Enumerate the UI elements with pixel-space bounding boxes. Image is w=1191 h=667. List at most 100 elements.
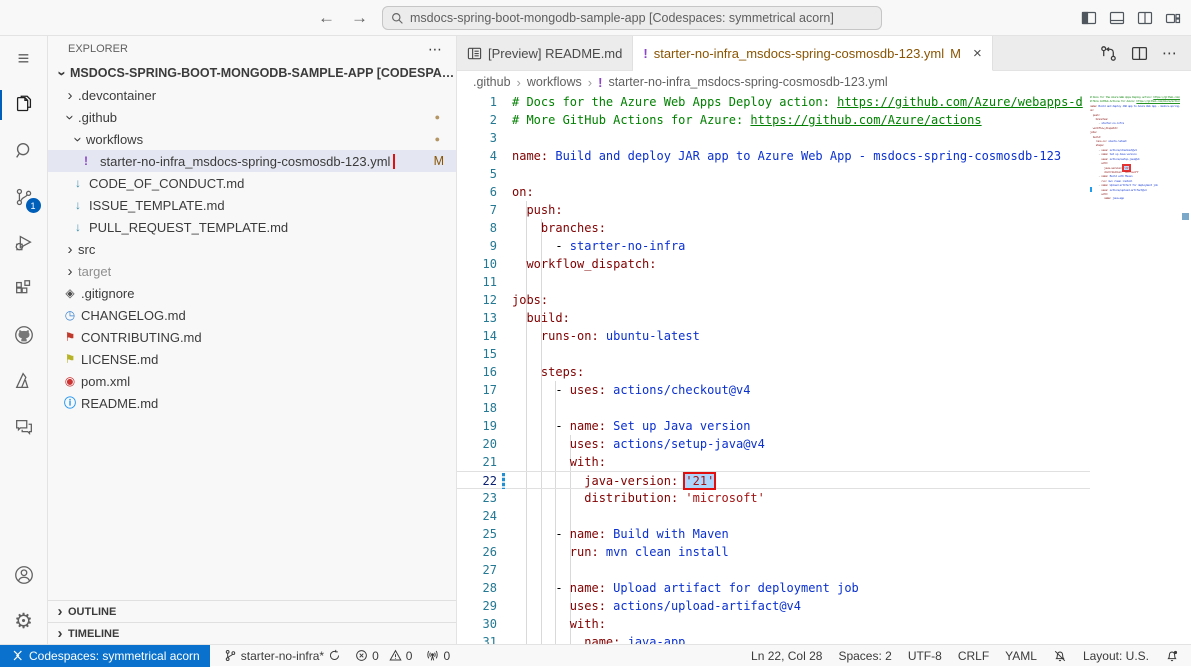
code-editor[interactable]: 1# Docs for the Azure Web Apps Deploy ac… (457, 93, 1191, 644)
branch-indicator[interactable]: starter-no-infra* (224, 649, 341, 663)
source-control-badge: 1 (26, 198, 41, 213)
run-debug-icon[interactable] (0, 220, 48, 266)
code-line-10[interactable]: 10 workflow_dispatch: (457, 255, 1090, 273)
tree-item-readme-md[interactable]: ⓘREADME.md (48, 392, 456, 414)
tree-item--github[interactable]: ›.github● (48, 106, 456, 128)
code-line-23[interactable]: 23 distribution: 'microsoft' (457, 489, 1090, 507)
remote-indicator[interactable]: Codespaces: symmetrical acorn (0, 645, 210, 667)
code-line-16[interactable]: 16 steps: (457, 363, 1090, 381)
code-line-24[interactable]: 24 (457, 507, 1090, 525)
cursor-position[interactable]: Ln 22, Col 28 (751, 649, 822, 663)
code-line-25[interactable]: 25 - name: Build with Maven (457, 525, 1090, 543)
code-line-7[interactable]: 7 push: (457, 201, 1090, 219)
tree-item-changelog-md[interactable]: ◷CHANGELOG.md (48, 304, 456, 326)
outline-section[interactable]: › OUTLINE (48, 600, 456, 622)
toggle-secondary-sidebar-icon[interactable] (1137, 10, 1153, 26)
code-line-11[interactable]: 11 (457, 273, 1090, 291)
code-line-9[interactable]: 9 - starter-no-infra (457, 237, 1090, 255)
layout-indicator[interactable]: Layout: U.S. (1083, 649, 1149, 663)
code-line-22[interactable]: 22 java-version: '21' (457, 471, 1090, 489)
tree-item-starter-no-infra-msdocs-spring-cosmosdb-[interactable]: !starter-no-infra_msdocs-spring-cosmosdb… (48, 150, 456, 172)
code-line-13[interactable]: 13 build: (457, 309, 1090, 327)
code-line-17[interactable]: 17 - uses: actions/checkout@v4 (457, 381, 1090, 399)
account-icon[interactable] (0, 552, 48, 598)
source-control-icon[interactable]: 1 (0, 174, 48, 220)
tab-close-icon[interactable]: × (973, 45, 982, 62)
search-view-icon[interactable] (0, 128, 48, 174)
code-line-3[interactable]: 3 (457, 129, 1090, 147)
code-line-2[interactable]: 2# More GitHub Actions for Azure: https:… (457, 111, 1090, 129)
settings-gear-icon[interactable]: ⚙ (0, 598, 48, 644)
tree-item-license-md[interactable]: ⚑LICENSE.md (48, 348, 456, 370)
notifications-bell-icon[interactable] (1165, 649, 1179, 663)
code-line-31[interactable]: 31 name: java-app (457, 633, 1090, 644)
ports-indicator[interactable]: 0 (426, 649, 450, 663)
command-center-search[interactable]: msdocs-spring-boot-mongodb-sample-app [C… (382, 6, 882, 30)
ports-radio-tower-icon (426, 649, 439, 662)
github-icon[interactable] (0, 312, 48, 358)
eol-sequence[interactable]: CRLF (958, 649, 989, 663)
breadcrumb-separator-icon: › (588, 75, 592, 90)
split-editor-icon[interactable] (1131, 45, 1148, 62)
explorer-icon[interactable] (0, 82, 48, 128)
minimap[interactable]: # Docs for the Azure Web Apps Deploy act… (1090, 95, 1180, 644)
code-line-1[interactable]: 1# Docs for the Azure Web Apps Deploy ac… (457, 93, 1090, 111)
tab-active[interactable]: !starter-no-infra_msdocs-spring-cosmosdb… (633, 36, 992, 71)
nav-back-icon[interactable]: ← (318, 8, 335, 28)
tree-item--gitignore[interactable]: ◈.gitignore (48, 282, 456, 304)
tree-item--devcontainer[interactable]: ›.devcontainer (48, 84, 456, 106)
code-line-19[interactable]: 19 - name: Set up Java version (457, 417, 1090, 435)
code-line-14[interactable]: 14 runs-on: ubuntu-latest (457, 327, 1090, 345)
indentation[interactable]: Spaces: 2 (838, 649, 891, 663)
tree-item-issue-template-md[interactable]: ↓ISSUE_TEMPLATE.md (48, 194, 456, 216)
code-line-30[interactable]: 30 with: (457, 615, 1090, 633)
tree-item-workflows[interactable]: ›workflows● (48, 128, 456, 150)
language-mode[interactable]: YAML (1005, 649, 1037, 663)
breadcrumb-folder[interactable]: workflows (527, 75, 582, 89)
code-line-6[interactable]: 6on: (457, 183, 1090, 201)
code-line-8[interactable]: 8 branches: (457, 219, 1090, 237)
editor-more-actions-icon[interactable]: ⋯ (1162, 44, 1177, 62)
toggle-primary-sidebar-icon[interactable] (1081, 10, 1097, 26)
code-line-27[interactable]: 27 (457, 561, 1090, 579)
code-line-15[interactable]: 15 (457, 345, 1090, 363)
tree-item-pull-request-template-md[interactable]: ↓PULL_REQUEST_TEMPLATE.md (48, 216, 456, 238)
encoding[interactable]: UTF-8 (908, 649, 942, 663)
tree-item-pom-xml[interactable]: ◉pom.xml (48, 370, 456, 392)
code-line-12[interactable]: 12jobs: (457, 291, 1090, 309)
tree-item-contributing-md[interactable]: ⚑CONTRIBUTING.md (48, 326, 456, 348)
code-line-18[interactable]: 18 (457, 399, 1090, 417)
bell-slash-icon[interactable] (1053, 649, 1067, 663)
breadcrumb[interactable]: .github › workflows › ! starter-no-infra… (457, 71, 1191, 93)
code-line-26[interactable]: 26 run: mvn clean install (457, 543, 1090, 561)
tab-modified-badge: M (950, 46, 961, 61)
problems-indicator[interactable]: 0 0 (355, 649, 412, 663)
tree-item-code-of-conduct-md[interactable]: ↓CODE_OF_CONDUCT.md (48, 172, 456, 194)
toggle-panel-icon[interactable] (1109, 10, 1125, 26)
explorer-more-actions-icon[interactable]: ⋯ (428, 41, 442, 58)
code-line-29[interactable]: 29 uses: actions/upload-artifact@v4 (457, 597, 1090, 615)
nav-forward-icon[interactable]: → (351, 8, 368, 28)
tree-item-msdocs-spring-boot-mongodb-sample-app-co[interactable]: ›MSDOCS-SPRING-BOOT-MONGODB-SAMPLE-APP [… (48, 62, 456, 84)
git-modified-dot-icon: ● (435, 112, 440, 122)
timeline-section[interactable]: › TIMELINE (48, 622, 456, 644)
code-line-28[interactable]: 28 - name: Upload artifact for deploymen… (457, 579, 1090, 597)
tab-inactive[interactable]: [Preview] README.md (457, 36, 633, 70)
tree-item-src[interactable]: ›src (48, 238, 456, 260)
comments-icon[interactable] (0, 404, 48, 450)
line-number: 23 (457, 489, 497, 507)
tree-item-target[interactable]: ›target (48, 260, 456, 282)
code-line-21[interactable]: 21 with: (457, 453, 1090, 471)
extensions-icon[interactable] (0, 266, 48, 312)
code-line-5[interactable]: 5 (457, 165, 1090, 183)
azure-icon[interactable] (0, 358, 48, 404)
code-line-20[interactable]: 20 uses: actions/setup-java@v4 (457, 435, 1090, 453)
breadcrumb-file[interactable]: starter-no-infra_msdocs-spring-cosmosdb-… (608, 75, 887, 89)
customize-layout-icon[interactable] (1165, 10, 1181, 26)
code-line-4[interactable]: 4name: Build and deploy JAR app to Azure… (457, 147, 1090, 165)
breadcrumb-folder[interactable]: .github (473, 75, 511, 89)
menu-icon[interactable]: ≡ (0, 36, 48, 82)
open-changes-icon[interactable] (1100, 45, 1117, 62)
tab-label: [Preview] README.md (488, 46, 622, 61)
overview-ruler[interactable] (1180, 93, 1191, 644)
